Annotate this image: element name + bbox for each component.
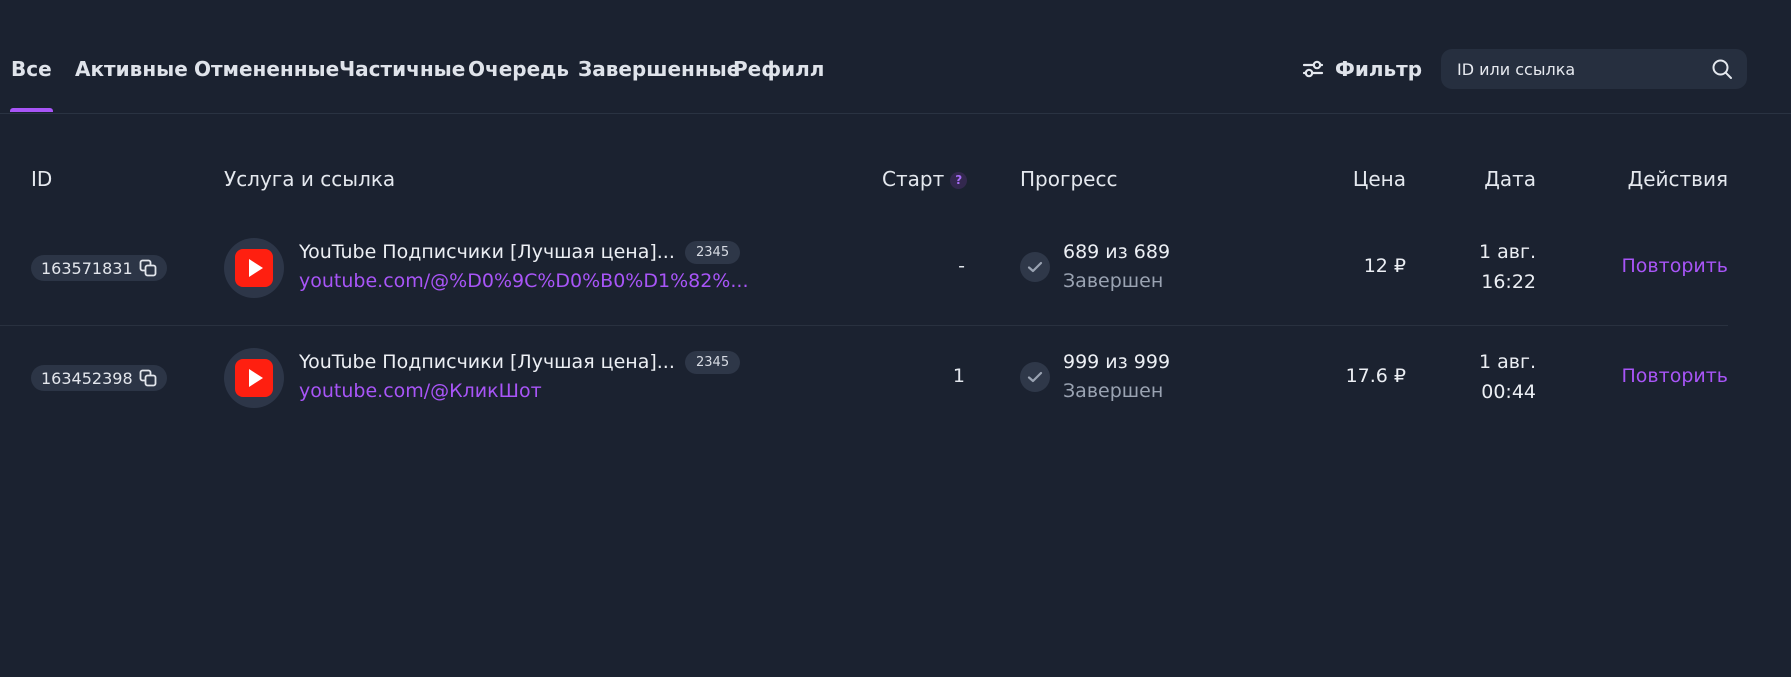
service-code-badge: 2345 [685, 351, 741, 374]
order-date-time: 00:44 [1481, 381, 1536, 403]
column-header-start-label: Старт [882, 167, 945, 191]
check-icon [1020, 362, 1050, 392]
progress-count: 999 из 999 [1063, 351, 1171, 373]
orders-page: Все Активные Отмененные Частичные Очеред… [0, 0, 1791, 677]
progress-status: Завершен [1063, 270, 1164, 292]
order-date: 1 авг. 16:22 [1426, 237, 1536, 297]
progress-status: Завершен [1063, 380, 1164, 402]
tab-all[interactable]: Все [10, 56, 53, 112]
order-date-day: 1 авг. [1479, 351, 1536, 373]
youtube-icon [235, 249, 273, 287]
column-header-start: Старт? [882, 166, 968, 192]
help-icon[interactable]: ? [950, 172, 968, 189]
progress-count: 689 из 689 [1063, 241, 1171, 263]
order-price: 12 ₽ [1363, 255, 1406, 277]
order-price: 17.6 ₽ [1345, 365, 1406, 387]
filter-button[interactable]: Фильтр [1302, 56, 1422, 82]
column-header-service: Услуга и ссылка [224, 167, 396, 191]
orders-toolbar: Все Активные Отмененные Частичные Очеред… [0, 0, 1791, 114]
column-header-progress: Прогресс [1020, 167, 1118, 191]
tab-partial[interactable]: Частичные [339, 56, 465, 82]
column-header-id: ID [31, 167, 53, 191]
service-code-badge: 2345 [685, 241, 741, 264]
search-input[interactable] [1457, 49, 1697, 89]
tab-refill[interactable]: Рефилл [733, 56, 824, 82]
order-date: 1 авг. 00:44 [1426, 347, 1536, 407]
start-count: - [958, 255, 965, 277]
table-row: 163452398 YouTube Подписчики [Лучшая цен… [0, 325, 1791, 435]
service-name: YouTube Подписчики [Лучшая цена]... [299, 351, 675, 373]
check-icon [1020, 252, 1050, 282]
order-id: 163452398 [41, 368, 133, 388]
column-header-actions: Действия [1627, 167, 1728, 191]
tab-active[interactable]: Активные [75, 56, 188, 82]
order-date-time: 16:22 [1481, 271, 1536, 293]
order-id-badge: 163452398 [31, 365, 167, 391]
service-icon [224, 348, 284, 408]
tab-completed[interactable]: Завершенные [578, 56, 740, 82]
sliders-icon [1302, 60, 1324, 78]
search-box [1441, 49, 1747, 89]
repeat-button[interactable]: Повторить [1600, 253, 1728, 279]
column-header-price: Цена [1352, 167, 1406, 191]
column-header-date: Дата [1484, 167, 1536, 191]
search-icon[interactable] [1711, 58, 1733, 80]
repeat-button[interactable]: Повторить [1600, 363, 1728, 389]
order-link[interactable]: youtube.com/@КликШот [299, 378, 542, 404]
copy-icon[interactable] [139, 259, 157, 277]
order-link[interactable]: youtube.com/@%D0%9C%D0%B0%D1%82%... [299, 268, 748, 294]
copy-icon[interactable] [139, 369, 157, 387]
tab-cancelled[interactable]: Отмененные [194, 56, 339, 82]
youtube-icon [235, 359, 273, 397]
order-id-badge: 163571831 [31, 255, 167, 281]
table-row: 163571831 YouTube Подписчики [Лучшая цен… [0, 215, 1791, 325]
start-count: 1 [952, 365, 965, 387]
order-id: 163571831 [41, 258, 133, 278]
tab-queue[interactable]: Очередь [468, 56, 569, 82]
service-icon [224, 238, 284, 298]
order-date-day: 1 авг. [1479, 241, 1536, 263]
service-name: YouTube Подписчики [Лучшая цена]... [299, 241, 675, 263]
filter-label: Фильтр [1335, 57, 1423, 81]
